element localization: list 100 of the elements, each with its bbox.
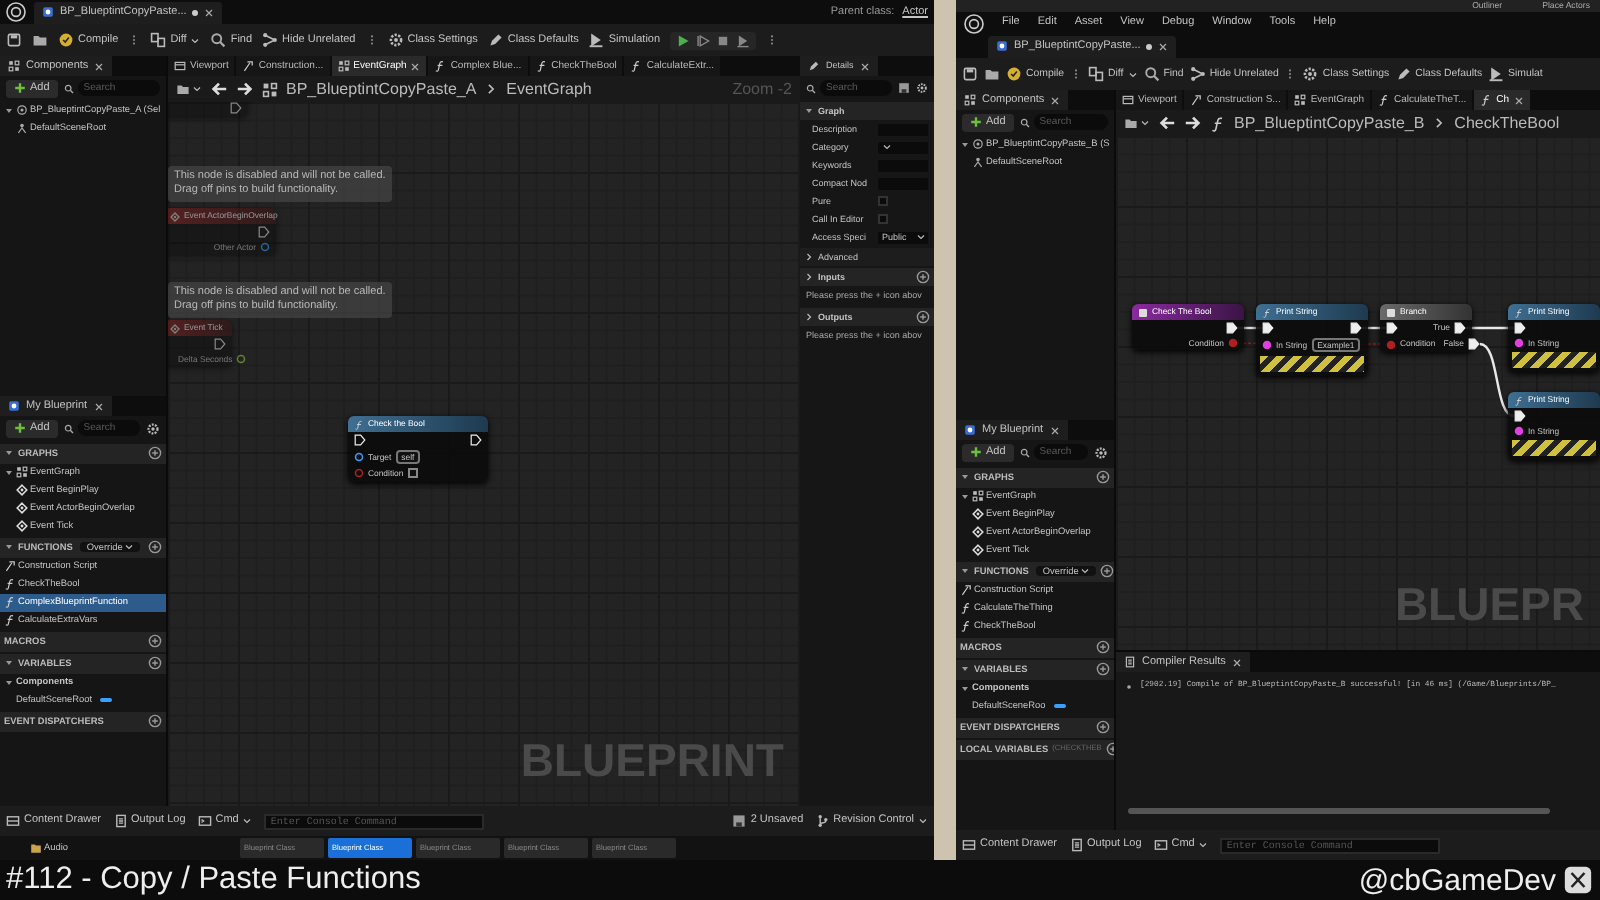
- variable-type-pill: [1053, 703, 1066, 709]
- exec-pin-icon[interactable]: [470, 434, 482, 446]
- caret-icon[interactable]: [960, 139, 970, 150]
- data-pin-icon[interactable]: [1262, 340, 1272, 351]
- history-dropdown[interactable]: [1124, 116, 1150, 130]
- data-pin-icon[interactable]: [354, 452, 364, 463]
- play-icon[interactable]: [676, 33, 691, 47]
- engine-logo[interactable]: [964, 13, 984, 33]
- close-icon[interactable]: [1231, 657, 1242, 667]
- eject-icon[interactable]: [736, 33, 751, 47]
- search-icon: [63, 83, 74, 94]
- engine-logo[interactable]: [6, 2, 26, 22]
- exec-pin-icon[interactable]: [354, 434, 366, 446]
- terminal-icon: [1153, 838, 1168, 852]
- scrollbar[interactable]: [1128, 808, 1550, 814]
- close-icon[interactable]: [1049, 425, 1060, 435]
- stop-icon[interactable]: [716, 33, 731, 47]
- close-icon[interactable]: [93, 401, 104, 411]
- close-icon[interactable]: [1050, 95, 1061, 105]
- add-icon[interactable]: [148, 714, 162, 729]
- forward-icon[interactable]: [1184, 114, 1202, 132]
- hierarchy-icon: [1189, 66, 1206, 82]
- log-icon: [1124, 656, 1136, 668]
- event-icon: [16, 502, 28, 515]
- back-icon[interactable]: [210, 80, 228, 98]
- settings-icon[interactable]: [146, 421, 160, 436]
- add-icon[interactable]: [1096, 470, 1110, 485]
- caret-icon[interactable]: [804, 311, 814, 322]
- folder-icon: [30, 842, 42, 854]
- function-icon: [1378, 94, 1391, 106]
- chevron-icon: [1432, 116, 1447, 130]
- hierarchy-icon: [262, 32, 279, 48]
- folder-icon[interactable]: [32, 32, 48, 48]
- node-icon: [1138, 307, 1148, 317]
- add-icon[interactable]: [148, 656, 162, 671]
- checkbox[interactable]: [878, 196, 888, 207]
- add-icon[interactable]: [916, 309, 930, 324]
- add-icon[interactable]: [1096, 662, 1110, 677]
- close-icon[interactable]: [1513, 95, 1524, 105]
- graph-icon: [16, 466, 28, 479]
- add-icon[interactable]: [148, 540, 162, 555]
- add-icon[interactable]: [1096, 640, 1110, 655]
- breadcrumb-blueprint[interactable]: BP_BlueptintCopyPaste_A: [286, 79, 477, 99]
- caret-icon[interactable]: [960, 566, 970, 577]
- graph-icon: [262, 81, 278, 97]
- checkbox[interactable]: [407, 468, 418, 479]
- checkbox[interactable]: [878, 214, 888, 225]
- add-icon[interactable]: [1100, 564, 1114, 579]
- event-icon: [170, 211, 180, 221]
- chevron-icon: [916, 232, 926, 243]
- save-icon[interactable]: [962, 66, 978, 82]
- add-icon[interactable]: [148, 446, 162, 461]
- wire: [1466, 326, 1514, 330]
- function-icon: [535, 60, 548, 72]
- graph-icon: [1294, 94, 1307, 106]
- close-icon[interactable]: [204, 7, 215, 17]
- document-icon: [1124, 116, 1138, 130]
- back-icon[interactable]: [1158, 114, 1176, 132]
- plus-icon: [970, 446, 982, 459]
- folder-icon[interactable]: [984, 66, 1000, 82]
- close-icon[interactable]: [410, 61, 421, 71]
- simulation-icon: [588, 32, 605, 48]
- variable-type-pill: [100, 697, 113, 703]
- chevron-icon: [918, 816, 928, 826]
- function-icon: [1514, 307, 1524, 317]
- graph-icon: [972, 490, 984, 503]
- history-dropdown[interactable]: [176, 82, 202, 96]
- branch-icon: [815, 814, 830, 828]
- caret-icon[interactable]: [4, 105, 14, 116]
- forward-icon[interactable]: [236, 80, 254, 98]
- add-icon[interactable]: [148, 634, 162, 649]
- add-icon[interactable]: [916, 270, 930, 285]
- add-icon[interactable]: [1096, 720, 1110, 735]
- breadcrumb-blueprint[interactable]: BP_BlueptintCopyPaste_B: [1234, 113, 1425, 133]
- bullet-icon: [1124, 682, 1134, 692]
- exec-pin-icon[interactable]: [1467, 338, 1480, 350]
- caret-icon[interactable]: [4, 542, 14, 553]
- video-title: #112 - Copy / Paste Functions: [6, 864, 421, 896]
- step-icon[interactable]: [696, 33, 711, 47]
- blueprint-icon: [8, 400, 20, 412]
- blueprint-icon: [42, 6, 54, 18]
- plus-icon: [970, 116, 982, 129]
- search-icon: [1019, 117, 1030, 128]
- caret-icon[interactable]: [804, 106, 814, 117]
- function-icon: [434, 60, 447, 72]
- close-icon[interactable]: [1158, 41, 1169, 51]
- settings-icon[interactable]: [1094, 445, 1108, 460]
- close-icon[interactable]: [859, 61, 870, 71]
- settings-icon[interactable]: [916, 82, 928, 95]
- data-pin-icon[interactable]: [1514, 426, 1524, 437]
- close-icon[interactable]: [94, 61, 105, 71]
- breadcrumb-graph: EventGraph: [506, 79, 592, 99]
- data-pin-icon[interactable]: [1514, 338, 1524, 349]
- save-icon[interactable]: [6, 32, 22, 48]
- compile-icon: [1006, 66, 1022, 82]
- log-icon: [1069, 838, 1084, 852]
- drawer-icon: [962, 838, 976, 852]
- chevron-icon: [190, 35, 201, 45]
- search-icon: [210, 32, 227, 48]
- input-field[interactable]: [878, 123, 928, 136]
